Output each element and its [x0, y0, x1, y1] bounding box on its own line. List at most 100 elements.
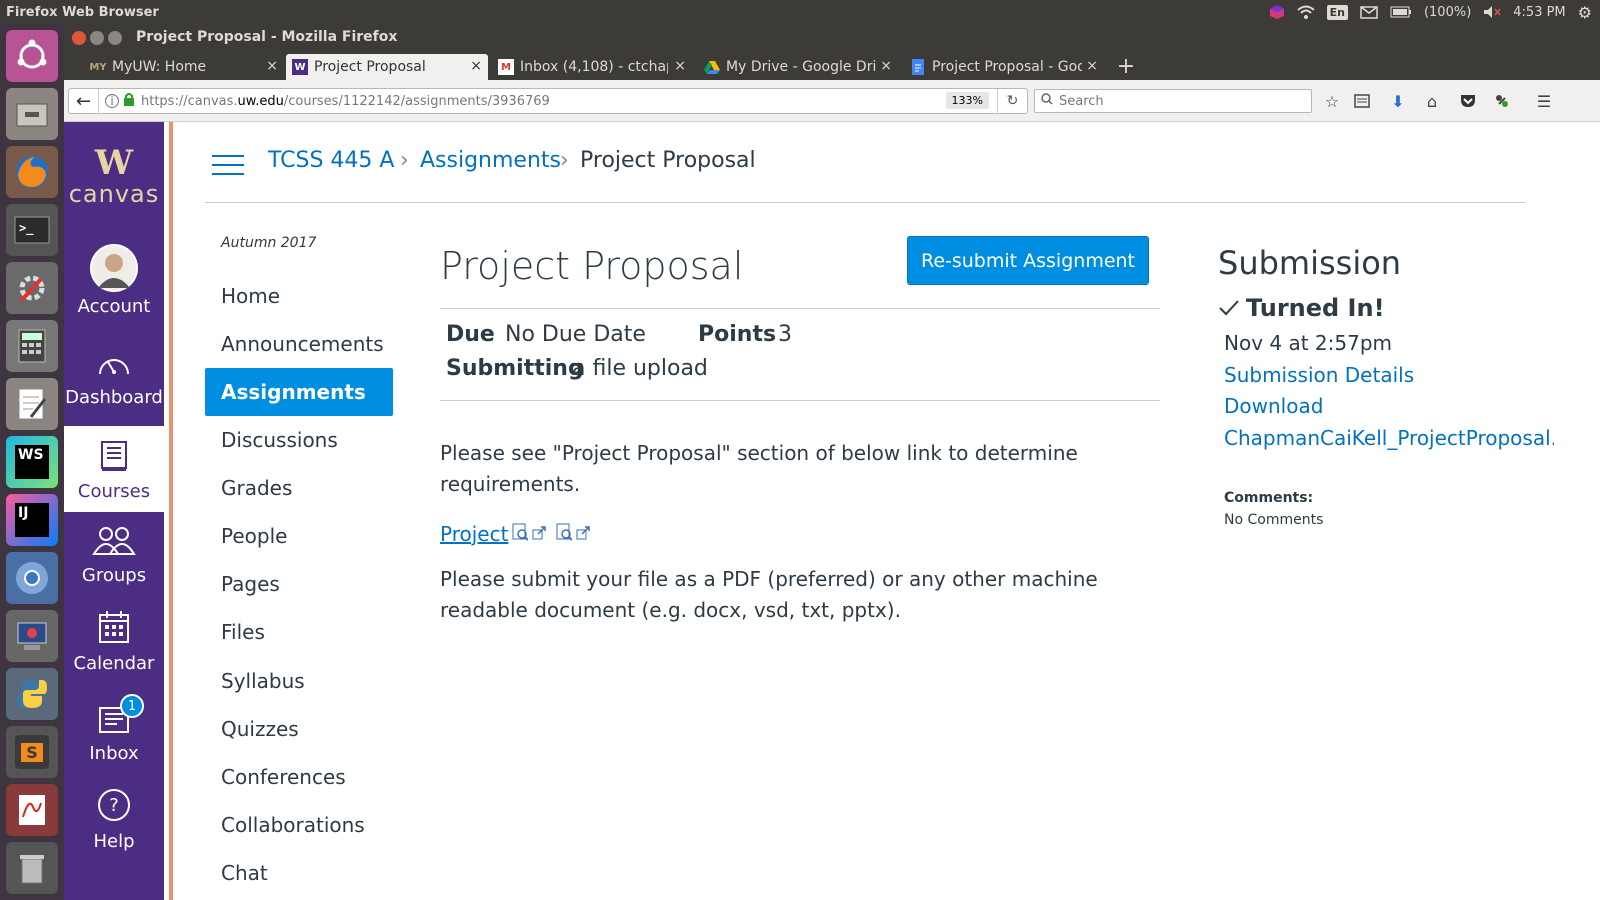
preview-document-icon[interactable] — [556, 523, 574, 545]
extension-icon[interactable] — [1492, 91, 1512, 111]
course-nav-quizzes[interactable]: Quizzes — [205, 705, 393, 753]
breadcrumb-course[interactable]: TCSS 445 A — [268, 148, 394, 173]
course-nav-files[interactable]: Files — [205, 608, 393, 656]
reading-list-icon[interactable] — [1352, 91, 1372, 111]
reload-icon[interactable]: ↻ — [997, 89, 1027, 113]
pocket-icon[interactable] — [1458, 91, 1478, 111]
window-maximize-button[interactable] — [108, 31, 122, 45]
battery-icon[interactable] — [1390, 6, 1412, 18]
back-button[interactable]: ← — [69, 89, 99, 113]
tab-close-icon[interactable]: × — [674, 58, 686, 74]
resubmit-assignment-button[interactable]: Re-submit Assignment — [907, 236, 1149, 285]
color-cube-icon[interactable] — [1269, 4, 1285, 20]
tab-google-drive[interactable]: My Drive - Google Driv × — [698, 54, 898, 80]
course-nav-home[interactable]: Home — [205, 272, 393, 320]
preview-document-icon[interactable] — [512, 523, 530, 545]
tab-google-doc[interactable]: Project Proposal - Goo × — [904, 54, 1104, 80]
global-nav-inbox[interactable]: 1 Inbox — [64, 694, 164, 764]
downloads-icon[interactable]: ⬇ — [1388, 91, 1408, 111]
system-settings-icon[interactable] — [6, 262, 58, 314]
gmail-icon: M — [498, 59, 514, 75]
course-nav-announcements[interactable]: Announcements — [205, 320, 393, 368]
zoom-level[interactable]: 133% — [945, 92, 989, 109]
new-tab-button[interactable]: + — [1114, 54, 1138, 79]
tab-close-icon[interactable]: × — [266, 58, 278, 74]
external-link-icon[interactable] — [532, 525, 547, 544]
comments-value: No Comments — [1224, 512, 1324, 528]
tab-close-icon[interactable]: × — [880, 58, 892, 74]
url-text[interactable]: https://canvas.uw.edu/courses/1122142/as… — [141, 94, 550, 109]
menu-icon[interactable]: ☰ — [1534, 91, 1554, 111]
course-menu-toggle[interactable] — [212, 154, 244, 178]
url-bar[interactable]: ← i https://canvas.uw.edu/courses/112214… — [68, 88, 1028, 114]
course-nav-collaborations[interactable]: Collaborations — [205, 801, 393, 849]
url-prefix: https://canvas. — [141, 93, 238, 109]
global-nav-help[interactable]: ? Help — [64, 788, 164, 852]
submission-details-link[interactable]: Submission Details — [1224, 363, 1414, 387]
uw-logo-letter: W — [94, 143, 134, 183]
course-nav-grades[interactable]: Grades — [205, 464, 393, 512]
global-nav-dashboard[interactable]: Dashboard — [64, 350, 164, 408]
gear-icon[interactable]: ⚙ — [1578, 3, 1592, 22]
lock-icon[interactable] — [123, 92, 135, 110]
global-nav-calendar[interactable]: Calendar — [64, 610, 164, 674]
python-icon[interactable] — [6, 668, 58, 720]
course-nav-pages[interactable]: Pages — [205, 560, 393, 608]
project-link[interactable]: Project — [440, 522, 508, 546]
tab-inbox[interactable]: M Inbox (4,108) - ctchapm × — [492, 54, 692, 80]
home-icon[interactable]: ⌂ — [1422, 91, 1442, 111]
global-nav-groups[interactable]: Groups — [64, 524, 164, 586]
global-nav-label: Account — [77, 296, 151, 317]
global-nav-courses[interactable]: Courses — [64, 426, 164, 512]
accent-stripe — [169, 122, 173, 900]
dashboard-icon — [99, 359, 129, 375]
global-nav-account[interactable]: Account — [64, 244, 164, 317]
hamburger-icon — [212, 155, 244, 175]
tab-close-icon[interactable]: × — [470, 58, 482, 74]
course-nav-people[interactable]: People — [205, 512, 393, 560]
tab-project-proposal[interactable]: W Project Proposal × — [286, 54, 488, 80]
text-editor-icon[interactable] — [6, 378, 58, 430]
info-icon[interactable]: i — [105, 94, 119, 108]
window-minimize-button[interactable] — [90, 31, 104, 45]
course-nav-discussions[interactable]: Discussions — [205, 416, 393, 464]
firefox-icon[interactable] — [6, 146, 58, 198]
tab-myuw[interactable]: MY MyUW: Home × — [84, 54, 284, 80]
pdf-viewer-icon[interactable] — [6, 784, 58, 836]
canvas-logo[interactable]: W canvas — [64, 146, 164, 208]
terminal-icon[interactable]: >_ — [6, 204, 58, 256]
virtual-machine-icon[interactable] — [6, 610, 58, 662]
docs-icon — [910, 59, 926, 75]
global-nav-label: Help — [93, 831, 135, 852]
external-link-icon[interactable] — [576, 525, 591, 544]
intellij-icon[interactable]: IJ — [6, 494, 58, 546]
submission-file-link[interactable]: ChapmanCaiKell_ProjectProposal.pdf — [1224, 426, 1554, 450]
course-nav-assignments[interactable]: Assignments — [205, 368, 393, 416]
course-nav-chat[interactable]: Chat — [205, 849, 393, 897]
search-input[interactable]: Search — [1034, 89, 1312, 113]
course-nav-conferences[interactable]: Conferences — [205, 753, 393, 801]
window-titlebar: Project Proposal - Mozilla Firefox — [64, 24, 1600, 52]
chromium-icon[interactable] — [6, 552, 58, 604]
download-label[interactable]: Download — [1224, 394, 1323, 418]
keyboard-language-indicator[interactable]: En — [1326, 4, 1348, 20]
window-close-button[interactable] — [72, 31, 86, 45]
tab-close-icon[interactable]: × — [1086, 58, 1098, 74]
trash-icon[interactable] — [6, 842, 58, 894]
mail-icon[interactable] — [1360, 5, 1378, 19]
clock[interactable]: 4:53 PM — [1513, 5, 1565, 20]
ubuntu-dash-icon[interactable] — [6, 30, 58, 82]
webstorm-icon[interactable]: WS — [6, 436, 58, 488]
calculator-icon[interactable] — [6, 320, 58, 372]
breadcrumb-current: Project Proposal — [580, 148, 756, 173]
wifi-icon[interactable] — [1296, 5, 1315, 19]
course-nav-syllabus[interactable]: Syllabus — [205, 657, 393, 705]
sublime-text-icon[interactable]: S — [6, 726, 58, 778]
breadcrumb-assignments[interactable]: Assignments — [420, 148, 561, 173]
files-icon[interactable] — [6, 88, 58, 140]
canvas-page: W canvas Account Dashboard Courses Group… — [64, 122, 1600, 900]
volume-muted-icon[interactable] — [1483, 5, 1501, 19]
bookmark-star-icon[interactable]: ☆ — [1322, 91, 1342, 111]
points-label: Points — [698, 322, 777, 347]
window-title: Project Proposal - Mozilla Firefox — [136, 29, 398, 45]
